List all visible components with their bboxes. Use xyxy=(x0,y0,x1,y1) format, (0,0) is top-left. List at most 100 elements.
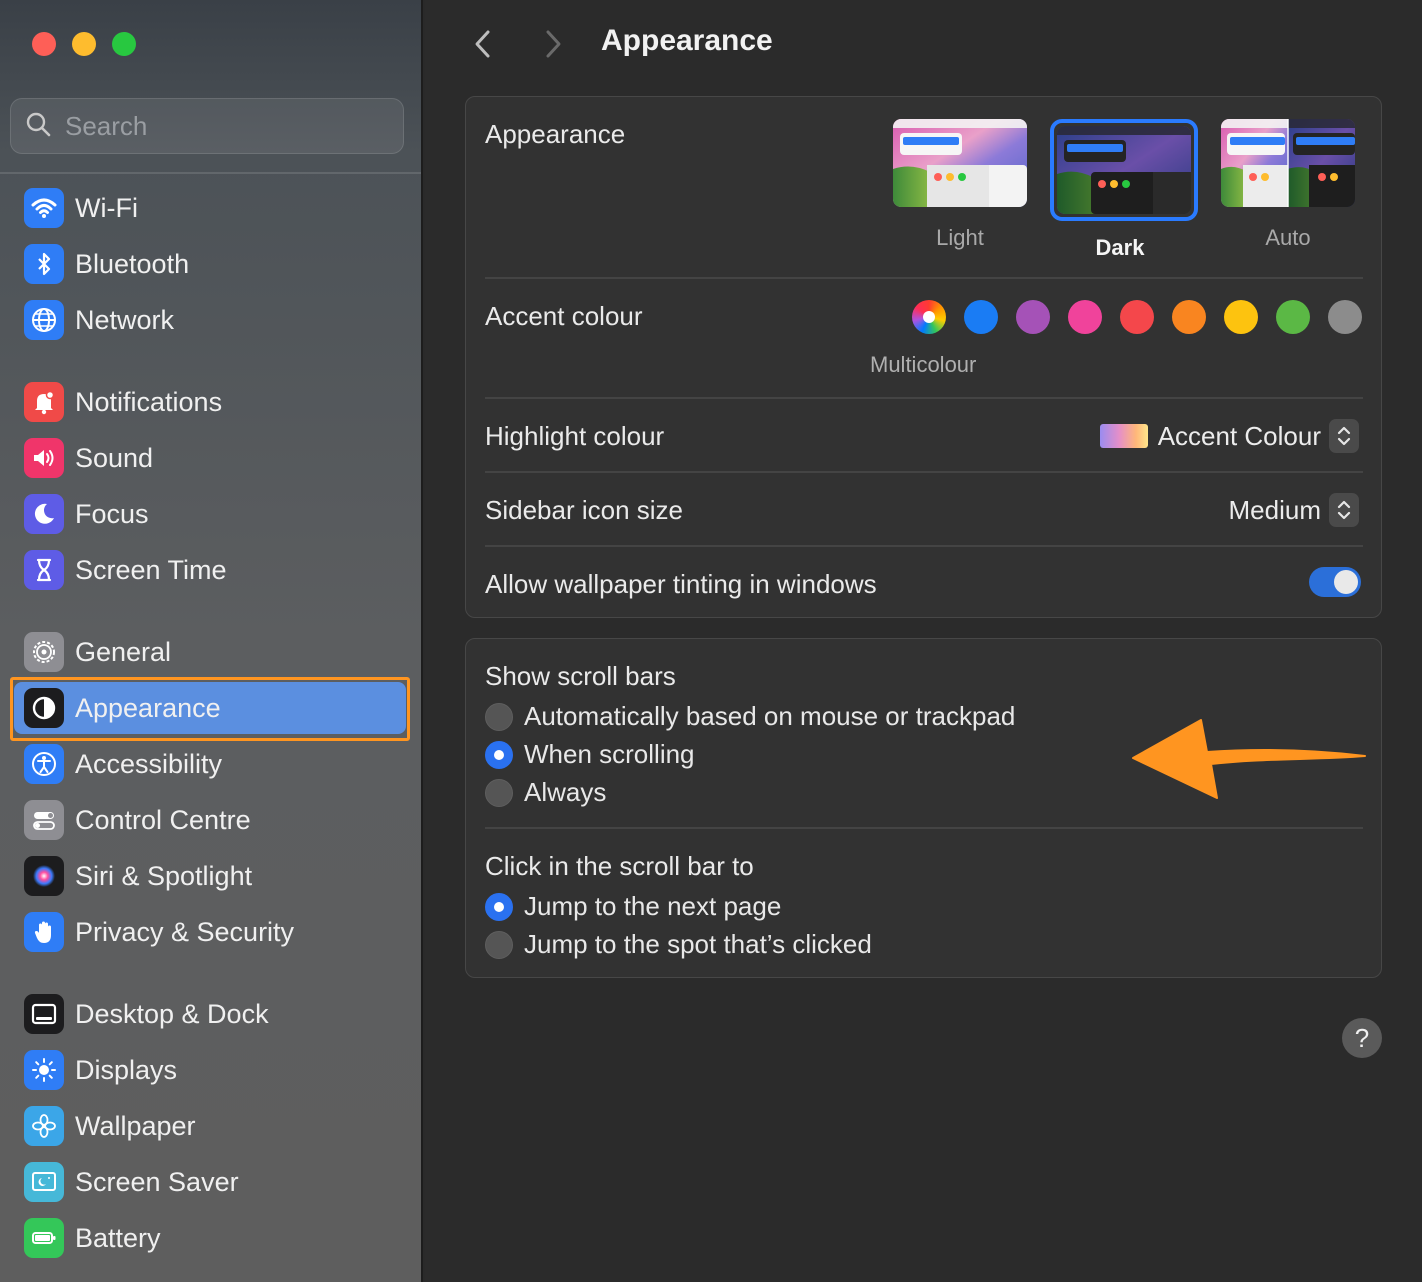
sidebar-item-label: Privacy & Security xyxy=(75,916,295,947)
theme-label: Dark xyxy=(1095,235,1145,260)
highlight-colour-label: Highlight colour xyxy=(485,421,665,451)
highlight-swatch xyxy=(1099,424,1148,448)
sidebar-item-appearance[interactable]: Appearance xyxy=(14,682,406,734)
globe-icon xyxy=(24,300,64,340)
sidebar-item-control-centre[interactable]: Control Centre xyxy=(14,794,406,846)
theme-option-light[interactable]: Light xyxy=(890,119,1030,251)
sidebar-item-battery[interactable]: Battery xyxy=(14,1212,406,1264)
sidebar-item-label: Appearance xyxy=(75,692,221,723)
dark-theme-thumbnail xyxy=(1057,126,1191,214)
search-input[interactable] xyxy=(65,110,385,142)
minimize-button[interactable] xyxy=(72,32,96,56)
radio-label: Jump to the next page xyxy=(524,891,782,921)
row-divider xyxy=(485,277,1363,279)
sidebar: Wi-Fi Bluetooth Network Notifications So… xyxy=(0,0,423,1282)
accent-swatch-red[interactable] xyxy=(1120,300,1154,334)
battery-icon xyxy=(24,1218,64,1258)
wifi-icon xyxy=(24,188,64,228)
sidebar-icon-size-popup[interactable]: Medium xyxy=(1229,493,1359,527)
speaker-icon xyxy=(24,438,64,478)
theme-label: Light xyxy=(936,225,984,250)
click-scroll-bar-label: Click in the scroll bar to xyxy=(485,851,754,881)
siri-icon xyxy=(24,856,64,896)
sidebar-item-label: Screen Saver xyxy=(75,1166,239,1197)
theme-label: Auto xyxy=(1265,225,1311,250)
accent-swatch-graphite[interactable] xyxy=(1328,300,1362,334)
moon-icon xyxy=(24,494,64,534)
dock-icon xyxy=(24,994,64,1034)
sidebar-item-label: Siri & Spotlight xyxy=(75,860,253,891)
accent-swatch-orange[interactable] xyxy=(1172,300,1206,334)
sidebar-item-label: Battery xyxy=(75,1222,161,1253)
radio-label: Always xyxy=(524,777,607,807)
window-controls xyxy=(32,32,136,56)
sidebar-item-privacy-security[interactable]: Privacy & Security xyxy=(14,906,406,958)
sidebar-item-bluetooth[interactable]: Bluetooth xyxy=(14,238,406,290)
updown-chevron-icon xyxy=(1329,493,1359,527)
sidebar-item-general[interactable]: General xyxy=(14,626,406,678)
sidebar-icon-size-value: Medium xyxy=(1228,494,1321,525)
light-theme-thumbnail xyxy=(893,119,1027,207)
accent-swatch-blue[interactable] xyxy=(964,300,998,334)
sidebar-item-displays[interactable]: Displays xyxy=(14,1044,406,1096)
sidebar-item-screen-saver[interactable]: Screen Saver xyxy=(14,1156,406,1208)
sidebar-item-sound[interactable]: Sound xyxy=(14,432,406,484)
highlight-colour-popup[interactable]: Accent Colour xyxy=(1099,419,1359,453)
hourglass-icon xyxy=(24,550,64,590)
sidebar-item-accessibility[interactable]: Accessibility xyxy=(14,738,406,790)
sidebar-item-wifi[interactable]: Wi-Fi xyxy=(14,182,406,234)
sidebar-item-screen-time[interactable]: Screen Time xyxy=(14,544,406,596)
sidebar-item-desktop-dock[interactable]: Desktop & Dock xyxy=(14,988,406,1040)
sidebar-item-focus[interactable]: Focus xyxy=(14,488,406,540)
auto-theme-thumbnail xyxy=(1221,119,1355,207)
chevron-right-icon xyxy=(546,30,561,58)
radio-always[interactable]: Always xyxy=(485,777,606,808)
radio-button[interactable] xyxy=(485,740,513,769)
page-title: Appearance xyxy=(601,24,773,57)
help-button[interactable]: ? xyxy=(1342,1018,1382,1058)
theme-option-dark[interactable]: Dark xyxy=(1050,119,1198,261)
radio-button[interactable] xyxy=(485,778,513,807)
radio-automatic[interactable]: Automatically based on mouse or trackpad xyxy=(485,701,1015,732)
back-button[interactable] xyxy=(465,22,501,66)
bell-icon xyxy=(24,382,64,422)
wallpaper-tinting-toggle[interactable] xyxy=(1309,567,1361,597)
sidebar-item-label: Bluetooth xyxy=(75,248,190,279)
accent-swatch-yellow[interactable] xyxy=(1224,300,1258,334)
sidebar-icon-size-label: Sidebar icon size xyxy=(485,495,683,525)
sun-icon xyxy=(24,1050,64,1090)
radio-when-scrolling[interactable]: When scrolling xyxy=(485,739,695,770)
radio-jump-next-page[interactable]: Jump to the next page xyxy=(485,891,781,922)
row-divider xyxy=(485,545,1363,547)
zoom-button[interactable] xyxy=(112,32,136,56)
accent-swatch-pink[interactable] xyxy=(1068,300,1102,334)
sidebar-item-network[interactable]: Network xyxy=(14,294,406,346)
radio-button[interactable] xyxy=(485,892,513,921)
hand-icon xyxy=(24,912,64,952)
screensaver-icon xyxy=(24,1162,64,1202)
accent-swatch-purple[interactable] xyxy=(1016,300,1050,334)
accent-swatch-multicolour[interactable] xyxy=(912,300,946,334)
accent-caption: Multicolour xyxy=(870,352,977,377)
radio-label: Jump to the spot that’s clicked xyxy=(524,929,872,959)
toolbar xyxy=(465,18,571,70)
main-pane: Appearance Appearance Light Dark Auto Ac… xyxy=(425,0,1422,1282)
search-field[interactable] xyxy=(10,98,404,154)
show-scroll-bars-label: Show scroll bars xyxy=(485,661,676,691)
theme-option-auto[interactable]: Auto xyxy=(1218,119,1358,251)
sidebar-item-label: Network xyxy=(75,304,175,335)
sidebar-item-label: Wallpaper xyxy=(75,1110,196,1141)
radio-jump-to-spot[interactable]: Jump to the spot that’s clicked xyxy=(485,929,872,960)
forward-button[interactable] xyxy=(535,22,571,66)
appearance-label: Appearance xyxy=(485,119,626,149)
row-divider xyxy=(485,397,1363,399)
radio-button[interactable] xyxy=(485,930,513,959)
sidebar-item-wallpaper[interactable]: Wallpaper xyxy=(14,1100,406,1152)
accent-swatch-green[interactable] xyxy=(1276,300,1310,334)
radio-button[interactable] xyxy=(485,702,513,731)
sidebar-item-notifications[interactable]: Notifications xyxy=(14,376,406,428)
sidebar-item-label: Sound xyxy=(75,442,154,473)
sidebar-item-label: Displays xyxy=(75,1054,178,1085)
close-button[interactable] xyxy=(32,32,56,56)
sidebar-item-siri-spotlight[interactable]: Siri & Spotlight xyxy=(14,850,406,902)
